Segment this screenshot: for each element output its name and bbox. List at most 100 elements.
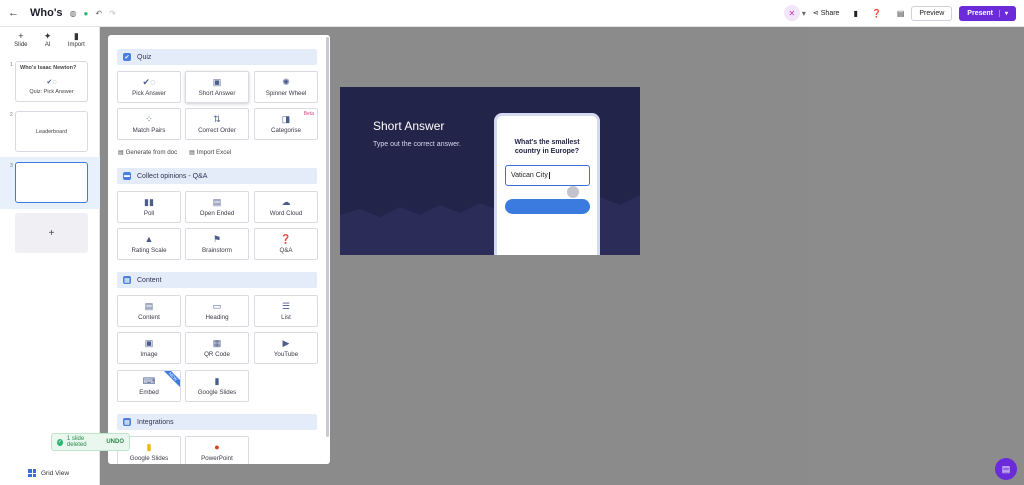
submit-button xyxy=(505,199,590,214)
import-tool[interactable]: ▮ Import xyxy=(68,31,85,48)
grid-view-button[interactable]: Grid View xyxy=(28,469,69,477)
tile-embed[interactable]: NEW ⌨ Embed xyxy=(117,370,181,402)
slide-thumbnail-3[interactable] xyxy=(15,162,88,203)
preview-button[interactable]: Preview xyxy=(911,5,953,21)
tile-pick-answer[interactable]: ✔◌ Pick Answer xyxy=(117,71,181,103)
pick-answer-icon: ✔◌ xyxy=(46,79,57,86)
phone-mockup: What's the smallest country in Europe? V… xyxy=(494,113,600,255)
tile-label: Content xyxy=(138,313,160,321)
touch-cursor xyxy=(567,186,579,198)
file-icon: ▮ xyxy=(73,31,79,41)
tile-label: YouTube xyxy=(273,350,299,358)
tile-label: Spinner Wheel xyxy=(265,89,307,97)
tile-open-ended[interactable]: ▤ Open Ended xyxy=(185,191,249,223)
chat-support-icon[interactable]: ▤ xyxy=(995,458,1017,480)
chevron-down-icon[interactable]: ▾ xyxy=(802,9,806,18)
undo-button[interactable]: UNDO xyxy=(106,439,124,445)
tile-rating-scale[interactable]: ▲ Rating Scale xyxy=(117,228,181,260)
tile-label: Google Slides xyxy=(197,388,237,396)
beta-badge: Beta xyxy=(303,111,314,117)
slide-rail: + Slide ✦ AI ▮ Import 1 Who's Isaac Newt… xyxy=(0,27,100,485)
section-title: Quiz xyxy=(137,53,152,61)
tool-label: AI xyxy=(44,42,51,48)
section-content: ▦ Content xyxy=(117,272,317,288)
tile-qa[interactable]: ❓ Q&A xyxy=(254,228,318,260)
tile-word-cloud[interactable]: ☁ Word Cloud xyxy=(254,191,318,223)
list-icon: ☰ xyxy=(281,300,291,311)
section-quiz: ✔ Quiz xyxy=(117,49,317,65)
redo-icon[interactable]: ↷ xyxy=(109,9,116,18)
tile-brainstorm[interactable]: ⚑ Brainstorm xyxy=(185,228,249,260)
tile-google-slides-content[interactable]: ▮ Google Slides xyxy=(185,370,249,402)
tool-label: Slide xyxy=(14,42,28,48)
tile-short-answer[interactable]: ▣ Short Answer xyxy=(185,71,249,103)
right-properties-panel-dimmed xyxy=(808,27,1024,485)
tile-content[interactable]: ▤ Content xyxy=(117,295,181,327)
globe-icon[interactable]: ◍ xyxy=(70,9,77,18)
collaborator-avatar[interactable]: ✕ xyxy=(783,5,800,21)
tile-label: Word Cloud xyxy=(269,209,303,217)
answer-input: Vatican City xyxy=(505,165,590,186)
categorise-icon: ◨ xyxy=(281,113,291,124)
preview-question: What's the smallest country in Europe? xyxy=(514,139,580,155)
tile-label: Image xyxy=(140,350,158,358)
document-icon[interactable]: ▮ xyxy=(853,9,857,18)
tile-label: Poll xyxy=(143,209,155,217)
undo-icon[interactable]: ↶ xyxy=(95,9,102,18)
ai-tool[interactable]: ✦ AI xyxy=(44,31,52,48)
poll-icon: ▮▮ xyxy=(144,196,154,207)
tile-label: Rating Scale xyxy=(131,246,167,254)
slide-number: 2 xyxy=(10,112,13,118)
qa-icon: ❓ xyxy=(280,233,292,244)
excel-icon: ▤ xyxy=(189,149,197,156)
tile-poll[interactable]: ▮▮ Poll xyxy=(117,191,181,223)
tile-label: Q&A xyxy=(279,246,293,254)
google-slides-icon: ▮ xyxy=(146,441,152,452)
tile-image[interactable]: ▣ Image xyxy=(117,332,181,364)
tile-categorise[interactable]: Beta ◨ Categorise xyxy=(254,108,318,140)
tile-youtube[interactable]: ▶ YouTube xyxy=(254,332,318,364)
content-block-icon: ▤ xyxy=(144,300,154,311)
comments-icon[interactable]: ▤ xyxy=(897,9,905,18)
slide-thumbnail-1[interactable]: Who's Isaac Newton? ✔◌ Quiz: Pick Answer xyxy=(15,61,88,102)
quiz-check-icon: ✔ xyxy=(123,53,131,61)
tile-heading[interactable]: ▭ Heading xyxy=(185,295,249,327)
tile-label: Google Slides xyxy=(129,454,169,462)
help-icon[interactable]: ❓ xyxy=(872,9,882,18)
tile-label: Categorise xyxy=(271,126,301,134)
rating-scale-icon: ▲ xyxy=(144,233,154,244)
new-badge: NEW xyxy=(159,371,180,390)
chat-icon: ▬ xyxy=(123,172,131,180)
tile-label: Match Pairs xyxy=(132,126,166,134)
tile-correct-order[interactable]: ⇅ Correct Order xyxy=(185,108,249,140)
share-button[interactable]: ⋖ Share xyxy=(812,9,840,18)
share-icon: ⋖ xyxy=(812,10,819,17)
slide-number: 1 xyxy=(10,62,13,68)
slide-thumbnail-2[interactable]: Leaderboard xyxy=(15,111,88,152)
tile-spinner-wheel[interactable]: ✺ Spinner Wheel xyxy=(254,71,318,103)
embed-icon: ⌨ xyxy=(142,375,156,386)
slide-deleted-toast: ✓ 1 slide deleted UNDO xyxy=(51,433,130,451)
cloud-icon: ☁ xyxy=(281,196,291,207)
presentation-title[interactable]: Who's xyxy=(30,7,63,19)
present-button[interactable]: Present ▾ xyxy=(959,5,1016,21)
spinner-wheel-icon: ✺ xyxy=(282,76,290,87)
panel-scrollbar[interactable] xyxy=(326,37,329,437)
present-dropdown-icon[interactable]: ▾ xyxy=(998,9,1008,17)
tile-match-pairs[interactable]: ⁘ Match Pairs xyxy=(117,108,181,140)
generate-from-doc-link[interactable]: ▤ Generate from doc xyxy=(118,149,177,156)
add-slide-tool[interactable]: + Slide xyxy=(14,31,27,48)
tile-label: PowerPoint xyxy=(201,454,233,462)
arrow-left-icon[interactable]: ← xyxy=(8,7,22,19)
match-pairs-icon: ⁘ xyxy=(145,113,153,124)
preview-title: Short Answer xyxy=(373,119,445,133)
tile-powerpoint[interactable]: ● PowerPoint xyxy=(185,436,249,464)
slide-title: Who's Isaac Newton? xyxy=(20,65,77,71)
tile-label: Correct Order xyxy=(198,126,236,134)
import-excel-link[interactable]: ▤ Import Excel xyxy=(189,149,231,156)
tile-list[interactable]: ☰ List xyxy=(254,295,318,327)
tile-qr-code[interactable]: ▦ QR Code xyxy=(185,332,249,364)
tile-label: Pick Answer xyxy=(132,89,166,97)
add-slide-button[interactable]: + xyxy=(15,213,88,253)
tile-label: Short Answer xyxy=(198,89,236,97)
